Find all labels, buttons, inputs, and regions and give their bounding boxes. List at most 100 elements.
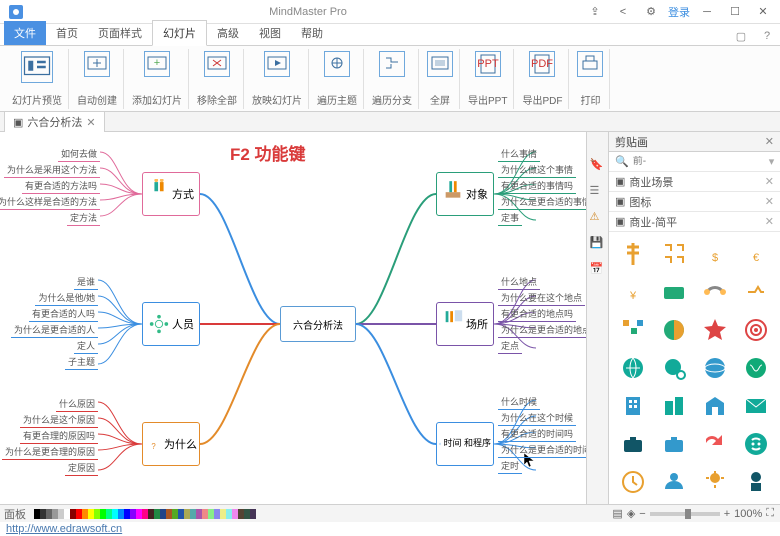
ribbon-add-slide[interactable]: +添加幻灯片	[126, 49, 189, 109]
leaf-topic[interactable]: 为什么是他/她	[35, 290, 98, 306]
cat-close-icon[interactable]: ✕	[765, 215, 774, 228]
leaf-topic[interactable]: 是谁	[74, 274, 98, 290]
color-swatch[interactable]	[250, 509, 256, 519]
expand-icon[interactable]: ⛶	[766, 507, 774, 520]
sidebar-close-icon[interactable]: ✕	[765, 135, 774, 148]
clipart-item[interactable]	[656, 238, 691, 270]
tab-slideshow[interactable]: 幻灯片	[152, 20, 207, 46]
mindmap-canvas[interactable]: F2 功能键 六合分析法 方式 人员 ?为什么 对象 场所 时间 和程序 如何去…	[0, 132, 586, 504]
share-icon[interactable]: ⇪	[584, 3, 606, 21]
leaf-topic[interactable]: 定方法	[67, 210, 100, 226]
node-people[interactable]: 人员	[142, 302, 200, 346]
ribbon-fullscreen[interactable]: 全屏	[421, 49, 460, 109]
ribbon-slide-preview[interactable]: 幻灯片预览	[6, 49, 69, 109]
node-object[interactable]: 对象	[436, 172, 494, 216]
clipart-item[interactable]	[656, 352, 691, 384]
category-row[interactable]: ▣图标✕	[609, 192, 780, 212]
clipart-item[interactable]	[656, 314, 691, 346]
node-time[interactable]: 时间 和程序	[436, 422, 494, 466]
clipart-item[interactable]	[698, 466, 733, 498]
vt-save-icon[interactable]: 💾	[590, 236, 606, 252]
ribbon-traverse-topic[interactable]: 遍历主题	[311, 49, 364, 109]
leaf-topic[interactable]: 为什么是更合适的时间	[498, 442, 586, 458]
ribbon-auto-create[interactable]: 自动创建	[71, 49, 124, 109]
node-place[interactable]: 场所	[436, 302, 494, 346]
cloud-icon[interactable]: <	[612, 3, 634, 21]
clipart-item[interactable]: ¥	[615, 276, 650, 308]
leaf-topic[interactable]: 什么时候	[498, 394, 540, 410]
category-row[interactable]: ▣商业-简平✕	[609, 212, 780, 232]
vt-alert-icon[interactable]: ⚠	[590, 210, 606, 226]
leaf-topic[interactable]: 有更合适的事情吗	[498, 178, 576, 194]
ribbon-play[interactable]: 放映幻灯片	[246, 49, 309, 109]
clipart-item[interactable]	[698, 352, 733, 384]
clipart-item[interactable]	[739, 352, 774, 384]
leaf-topic[interactable]: 定原因	[65, 460, 98, 476]
leaf-topic[interactable]: 为什么是更合适的地点	[498, 322, 586, 338]
leaf-topic[interactable]: 什么事情	[498, 146, 540, 162]
leaf-topic[interactable]: 有更合适的方法吗	[22, 178, 100, 194]
close-button[interactable]: ✕	[752, 3, 774, 21]
login-link[interactable]: 登录	[668, 4, 690, 20]
leaf-topic[interactable]: 什么地点	[498, 274, 540, 290]
node-method[interactable]: 方式	[142, 172, 200, 216]
leaf-topic[interactable]: 为什么是采用这个方法	[4, 162, 100, 178]
clipart-item[interactable]	[615, 352, 650, 384]
tab-file[interactable]: 文件	[4, 21, 46, 45]
clipart-item[interactable]: €	[739, 238, 774, 270]
leaf-topic[interactable]: 什么原因	[56, 396, 98, 412]
tab-help[interactable]: 帮助	[291, 21, 333, 45]
clipart-item[interactable]	[615, 466, 650, 498]
clipart-item[interactable]	[656, 428, 691, 460]
leaf-topic[interactable]: 为什么是更合适的人	[11, 322, 98, 338]
tab-home[interactable]: 首页	[46, 21, 88, 45]
leaf-topic[interactable]: 为什么是这个原因	[20, 412, 98, 428]
clipart-item[interactable]	[615, 390, 650, 422]
ribbon-export-ppt[interactable]: PPT导出PPT	[462, 49, 514, 109]
node-center[interactable]: 六合分析法	[280, 306, 356, 342]
tab-advanced[interactable]: 高级	[207, 21, 249, 45]
document-tab[interactable]: ▣ 六合分析法 ✕	[4, 111, 105, 132]
clipart-item[interactable]	[698, 314, 733, 346]
tab-view[interactable]: 视图	[249, 21, 291, 45]
leaf-topic[interactable]: 为什么是更合理的原因	[2, 444, 98, 460]
zoom-in-button[interactable]: +	[724, 508, 730, 520]
ribbon-traverse-branch[interactable]: 遍历分支	[366, 49, 419, 109]
vt-tag-icon[interactable]: 🔖	[590, 158, 606, 174]
minimize-button[interactable]: ─	[696, 3, 718, 21]
clipart-item[interactable]	[739, 428, 774, 460]
leaf-topic[interactable]: 定人	[74, 338, 98, 354]
clipart-item[interactable]	[615, 314, 650, 346]
help-icon[interactable]: ?	[758, 27, 776, 45]
clipart-item[interactable]	[739, 466, 774, 498]
ribbon-print[interactable]: 打印	[571, 49, 610, 109]
ribbon-remove-all[interactable]: 移除全部	[191, 49, 244, 109]
cat-close-icon[interactable]: ✕	[765, 195, 774, 208]
leaf-topic[interactable]: 有更合适的地点吗	[498, 306, 576, 322]
color-swatch-strip[interactable]	[34, 509, 256, 519]
tab-pagestyle[interactable]: 页面样式	[88, 21, 152, 45]
clipart-item[interactable]	[698, 390, 733, 422]
leaf-topic[interactable]: 有更合理的原因吗	[20, 428, 98, 444]
footer-url[interactable]: http://www.edrawsoft.cn	[6, 523, 122, 535]
clipart-item[interactable]	[739, 314, 774, 346]
clipart-item[interactable]	[698, 276, 733, 308]
leaf-topic[interactable]: 如何去做	[58, 146, 100, 162]
clipart-item[interactable]: $	[698, 238, 733, 270]
leaf-topic[interactable]: 定点	[498, 338, 522, 354]
leaf-topic[interactable]: 为什么要在这个地点	[498, 290, 585, 306]
clipart-search-input[interactable]	[633, 156, 765, 167]
clipart-item[interactable]	[739, 276, 774, 308]
collapse-ribbon-icon[interactable]: ▢	[732, 27, 750, 45]
close-doc-icon[interactable]: ✕	[86, 116, 95, 129]
clipart-item[interactable]	[739, 390, 774, 422]
leaf-topic[interactable]: 为什么做这个事情	[498, 162, 576, 178]
clipart-item[interactable]	[656, 390, 691, 422]
category-row[interactable]: ▣商业场景✕	[609, 172, 780, 192]
fit-icon[interactable]: ◈	[627, 507, 635, 520]
clipart-item[interactable]	[656, 276, 691, 308]
maximize-button[interactable]: ☐	[724, 3, 746, 21]
clipart-item[interactable]	[698, 428, 733, 460]
leaf-topic[interactable]: 定事	[498, 210, 522, 226]
vt-list-icon[interactable]: ☰	[590, 184, 606, 200]
